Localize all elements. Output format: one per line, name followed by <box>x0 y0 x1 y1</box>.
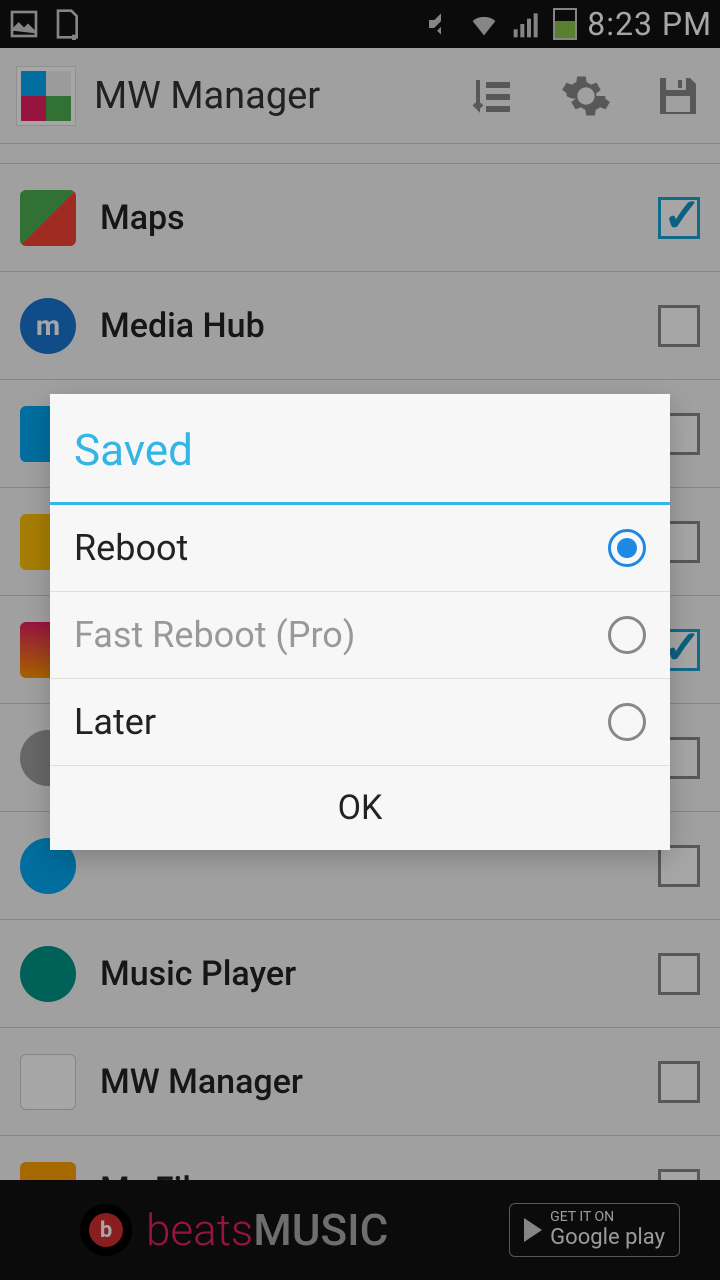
dialog-option-label: Reboot <box>74 527 188 569</box>
radio-button <box>608 616 646 654</box>
saved-dialog: Saved Reboot Fast Reboot (Pro) Later OK <box>50 394 670 850</box>
dialog-option-label: Later <box>74 701 156 743</box>
dialog-option[interactable]: Reboot <box>50 505 670 592</box>
ok-button[interactable]: OK <box>50 766 670 850</box>
radio-button[interactable] <box>608 529 646 567</box>
radio-button[interactable] <box>608 703 646 741</box>
dialog-title: Saved <box>50 394 670 505</box>
dialog-option-label: Fast Reboot (Pro) <box>74 614 355 656</box>
dialog-option: Fast Reboot (Pro) <box>50 592 670 679</box>
dialog-option[interactable]: Later <box>50 679 670 766</box>
